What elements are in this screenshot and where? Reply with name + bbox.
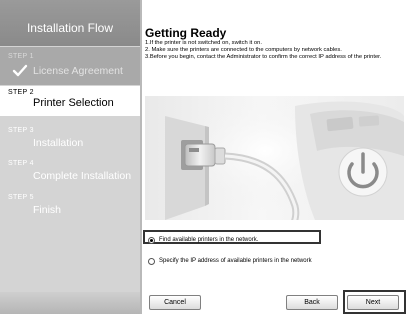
step-label: Finish xyxy=(33,204,62,216)
sidebar-header: Installation Flow xyxy=(0,0,140,46)
instruction-line: 2. Make sure the printers are connected … xyxy=(145,47,342,53)
step-finish: STEP 5 Finish xyxy=(0,194,140,224)
instruction-line: 3.Before you begin, contact the Administ… xyxy=(145,54,382,60)
step-label: Printer Selection xyxy=(33,97,114,109)
step-license-agreement: STEP 1 License Agreement xyxy=(0,47,140,85)
option-label: Find available printers in the network. xyxy=(159,237,259,243)
next-button-highlight xyxy=(343,290,406,314)
radio-unselected-icon[interactable] xyxy=(148,257,155,265)
step-complete-installation: STEP 4 Complete Installation xyxy=(0,160,140,190)
back-button[interactable]: Back xyxy=(286,295,338,310)
option-label: Specify the IP address of available prin… xyxy=(159,258,312,264)
option-specify-ip[interactable]: Specify the IP address of available prin… xyxy=(148,255,312,267)
sidebar-title: Installation Flow xyxy=(26,21,114,35)
step-number: STEP 2 xyxy=(8,89,34,96)
network-cable-illustration xyxy=(145,96,404,220)
option-find-printers[interactable]: Find available printers in the network. xyxy=(148,234,258,246)
checkmark-icon xyxy=(12,64,28,77)
page-title: Getting Ready xyxy=(145,26,227,40)
instructions: 1.If the printer is not switched on, swi… xyxy=(145,40,405,61)
instruction-line: 1.If the printer is not switched on, swi… xyxy=(145,40,262,46)
step-label: License Agreement xyxy=(33,65,123,77)
sidebar-footer xyxy=(0,292,140,314)
cancel-button[interactable]: Cancel xyxy=(149,295,201,310)
radio-selected-icon[interactable] xyxy=(148,236,155,244)
step-number: STEP 1 xyxy=(8,53,34,60)
step-number: STEP 5 xyxy=(8,194,34,201)
step-installation: STEP 3 Installation xyxy=(0,127,140,159)
step-number: STEP 4 xyxy=(8,160,34,167)
installation-sidebar: Installation Flow STEP 1 License Agreeme… xyxy=(0,0,140,314)
step-label: Installation xyxy=(33,137,84,149)
sidebar-divider xyxy=(140,0,142,314)
step-number: STEP 3 xyxy=(8,127,34,134)
step-label: Complete Installation xyxy=(33,170,132,182)
step-printer-selection: STEP 2 Printer Selection xyxy=(0,86,140,116)
cable-and-power-icon xyxy=(165,96,404,220)
